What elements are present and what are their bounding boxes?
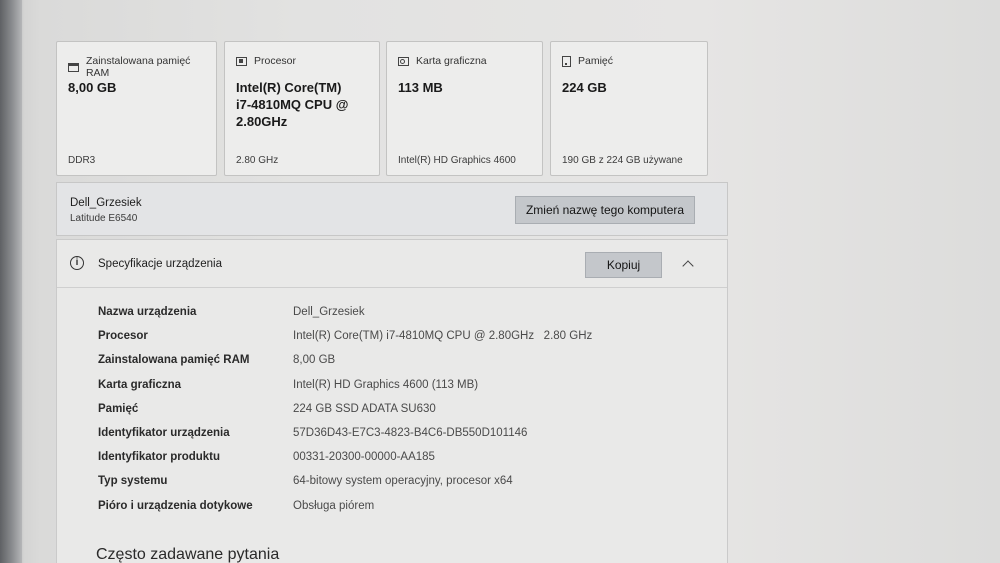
spec-label: Identyfikator produktu <box>98 451 221 464</box>
device-name: Dell_Grzesiek <box>70 197 142 209</box>
spec-value: Intel(R) Core(TM) i7-4810MQ CPU @ 2.80GH… <box>293 330 593 343</box>
storage-card-sub: 190 GB z 224 GB używane <box>562 155 683 166</box>
rename-pc-button[interactable]: Zmień nazwę tego komputera <box>515 196 695 224</box>
processor-card-value: Intel(R) Core(TM) i7-4810MQ CPU @ 2.80GH… <box>236 80 349 129</box>
ram-card-value: 8,00 GB <box>68 80 117 95</box>
graphics-card-value: 113 MB <box>398 80 443 95</box>
spec-value: Dell_Grzesiek <box>293 306 365 318</box>
copy-button[interactable]: Kopiuj <box>585 252 662 278</box>
chevron-up-icon[interactable] <box>681 257 695 271</box>
device-specs-title: Specyfikacje urządzenia <box>98 258 223 270</box>
ram-card-sub: DDR3 <box>68 155 96 166</box>
storage-card-value: 224 GB <box>562 80 607 95</box>
spec-label: Identyfikator urządzenia <box>98 426 230 439</box>
ram-card-title: Zainstalowana pamięć RAM <box>85 55 191 79</box>
faq-heading: Często zadawane pytania <box>96 546 280 563</box>
spec-label: Typ systemu <box>98 475 168 488</box>
processor-card-title: Procesor <box>254 55 297 67</box>
screen-bezel <box>0 0 22 563</box>
spec-label: Nazwa urządzenia <box>98 306 197 318</box>
info-icon: i <box>70 256 84 270</box>
spec-label: Zainstalowana pamięć RAM <box>98 354 250 367</box>
device-specs-header[interactable]: i Specyfikacje urządzenia Kopiuj <box>57 240 727 288</box>
spec-label: Procesor <box>98 330 148 343</box>
about-page: Zainstalowana pamięć RAM 8,00 GB DDR3 Pr… <box>22 0 1000 563</box>
spec-value: 224 GB SSD ADATA SU630 <box>293 402 436 415</box>
graphics-card-sub: Intel(R) HD Graphics 4600 <box>398 155 516 166</box>
processor-card-sub: 2.80 GHz <box>236 155 279 166</box>
spec-label: Pamięć <box>98 402 139 415</box>
spec-value: Intel(R) HD Graphics 4600 (113 MB) <box>293 378 479 391</box>
spec-value: 00331-20300-00000-AA185 <box>293 451 435 464</box>
ram-card: Zainstalowana pamięć RAM 8,00 GB DDR3 <box>56 41 217 176</box>
graphics-card-icon <box>398 56 409 66</box>
storage-card: Pamięć 224 GB 190 GB z 224 GB używane <box>550 41 708 176</box>
graphics-card-title: Karta graficzna <box>416 55 487 67</box>
device-model: Latitude E6540 <box>70 213 138 224</box>
spec-label: Pióro i urządzenia dotykowe <box>98 499 253 512</box>
processor-icon <box>236 56 247 66</box>
graphics-card: Karta graficzna 113 MB Intel(R) HD Graph… <box>386 41 543 176</box>
device-specs-section: i Specyfikacje urządzenia Kopiuj Nazwa u… <box>56 239 728 563</box>
storage-card-title: Pamięć <box>578 55 614 67</box>
spec-value: 57D36D43-E7C3-4823-B4C6-DB550D101146 <box>293 426 528 439</box>
memory-icon <box>68 62 79 72</box>
spec-value: 64-bitowy system operacyjny, procesor x6… <box>293 475 513 488</box>
processor-card: Procesor Intel(R) Core(TM) i7-4810MQ CPU… <box>224 41 380 176</box>
spec-label: Karta graficzna <box>98 378 182 391</box>
storage-icon <box>562 55 571 67</box>
spec-value: 8,00 GB <box>293 354 336 367</box>
device-name-bar: Dell_Grzesiek Latitude E6540 Zmień nazwę… <box>56 182 728 236</box>
spec-value: Obsługa piórem <box>293 499 375 512</box>
